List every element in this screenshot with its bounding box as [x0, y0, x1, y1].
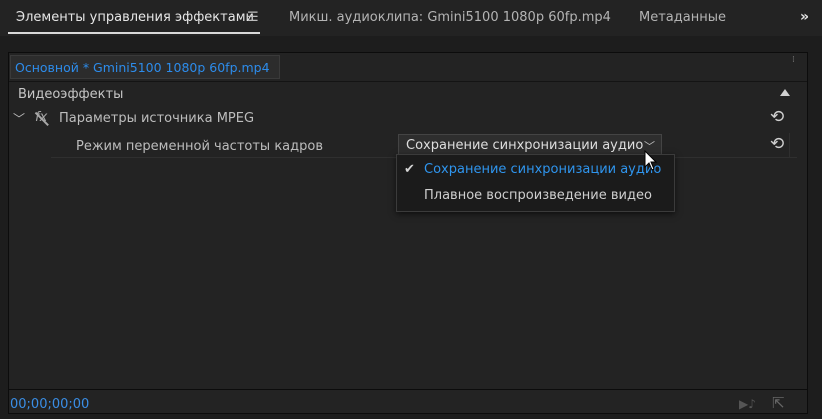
- clip-tab-label: Основной * Gmini5100 1080p 60fp.mp4: [15, 60, 270, 75]
- option-label: Плавное воспроизведение видео: [424, 188, 652, 203]
- divider: [8, 389, 808, 390]
- export-frame-icon[interactable]: ⇱: [772, 394, 785, 412]
- chevron-down-icon[interactable]: ﹀: [13, 110, 25, 127]
- timecode[interactable]: 00;00;00;00: [10, 397, 89, 412]
- checkmark-icon: ✔: [404, 162, 415, 177]
- tab-menu-icon[interactable]: ☰: [247, 10, 259, 25]
- active-tab-underline: [8, 32, 260, 34]
- play-audio-icon[interactable]: ▶♪: [739, 397, 756, 411]
- option-label: Сохранение синхронизации аудио: [424, 162, 662, 177]
- param-label: Режим переменной частоты кадров: [76, 139, 323, 154]
- tab-metadata[interactable]: Метаданные: [639, 10, 726, 25]
- divider: [9, 81, 807, 82]
- tab-effect-controls[interactable]: Элементы управления эффектами: [16, 10, 254, 25]
- scroll-up-icon[interactable]: [780, 89, 790, 96]
- video-effects-header: Видеоэффекты: [9, 83, 807, 105]
- grip-handle-icon[interactable]: ⁞: [792, 56, 795, 65]
- effect-name: Параметры источника MPEG: [59, 111, 255, 126]
- divider: [789, 133, 790, 157]
- reset-icon[interactable]: ⟲: [770, 107, 784, 127]
- dropdown-option[interactable]: ✔ Сохранение синхронизации аудио: [397, 158, 674, 184]
- panel-tab-bar: Элементы управления эффектами ☰ Микш. ау…: [0, 0, 822, 36]
- fx-icon[interactable]: fx: [35, 110, 47, 125]
- dropdown-menu: ✔ Сохранение синхронизации аудио Плавное…: [396, 154, 675, 212]
- frame-rate-mode-select[interactable]: Сохранение синхронизации аудио ﹀: [398, 134, 662, 156]
- select-value: Сохранение синхронизации аудио: [406, 138, 644, 153]
- section-title: Видеоэффекты: [18, 87, 124, 102]
- tab-audio-clip-mixer[interactable]: Микш. аудиоклипа: Gmini5100 1080p 60fp.m…: [289, 10, 611, 25]
- reset-icon[interactable]: ⟲: [770, 134, 784, 154]
- dropdown-option[interactable]: Плавное воспроизведение видео: [397, 184, 674, 210]
- tab-overflow-icon[interactable]: »: [800, 9, 809, 25]
- mouse-cursor-icon: [644, 150, 658, 171]
- clip-tab[interactable]: Основной * Gmini5100 1080p 60fp.mp4: [10, 55, 280, 79]
- effect-row-mpeg[interactable]: ﹀ fx Параметры источника MPEG ⟲: [9, 107, 807, 131]
- effect-controls-panel: Основной * Gmini5100 1080p 60fp.mp4 ⁞ Ви…: [8, 52, 808, 414]
